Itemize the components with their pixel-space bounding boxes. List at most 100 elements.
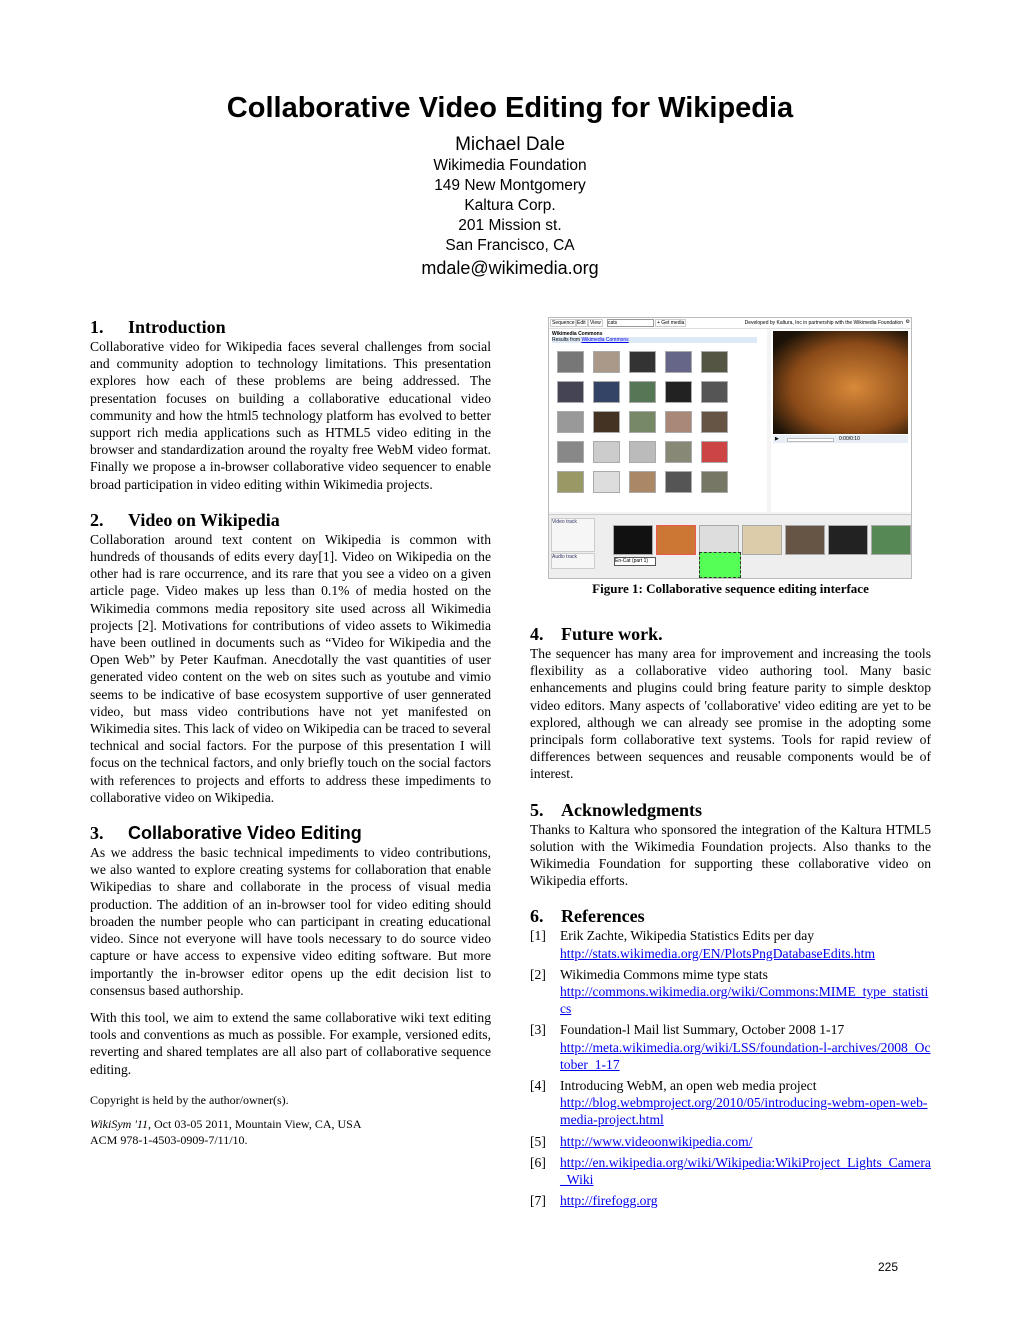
media-thumbnail[interactable] [665,381,692,403]
drop-target[interactable] [699,552,741,578]
reference-link[interactable]: http://www.videoonwikipedia.com/ [560,1134,752,1149]
timeline-panel: Video track Audio track En-Cat (part 1) [549,514,911,578]
audio-clip[interactable]: En-Cat (part 1) [614,557,656,566]
seek-slider[interactable] [787,438,834,442]
media-thumbnail[interactable] [557,351,584,373]
reference-link[interactable]: http://stats.wikimedia.org/EN/PlotsPngDa… [560,946,875,961]
reference-item: [3] Foundation-l Mail list Summary, Octob… [530,1021,931,1073]
section-heading: 4. Future work. [530,624,663,644]
section-heading: 2. Video on Wikipedia [90,509,280,530]
media-thumbnail[interactable] [701,411,728,433]
section-acknowledgments: 5. Acknowledgments Thanks to Kaltura who … [530,799,931,890]
media-thumbnail[interactable] [701,351,728,373]
section-heading: 3. Collaborative Video Editing [90,823,362,844]
acm-id: ACM 978-1-4503-0909-7/11/10. [90,1132,248,1147]
reference-number: [6] [530,1154,546,1170]
video-track-label[interactable]: Video track [551,518,595,552]
affiliation: Kaltura Corp. [464,197,556,214]
menu-edit[interactable]: Edit [575,319,588,327]
media-thumbnail[interactable] [593,411,620,433]
media-thumbnail[interactable] [629,381,656,403]
media-thumbnail[interactable] [593,381,620,403]
reference-link[interactable]: http://commons.wikimedia.org/wiki/Common… [560,984,928,1016]
section-video-on-wikipedia: 2. Video on Wikipedia Collaboration aroun… [90,509,491,806]
media-thumbnail[interactable] [557,441,584,463]
timeline-clip[interactable] [828,525,868,555]
section-heading: 6. References [530,906,645,927]
timeline-clip[interactable] [871,525,911,555]
credit-text: Developed by Kaltura, Inc in partnership… [744,320,903,326]
affiliation: 201 Mission st. [458,217,562,234]
reference-item: [4] Introducing WebM, an open web media p… [530,1077,931,1129]
media-thumbnail[interactable] [593,471,620,493]
left-column: 1. Introduction Collaborative video for W… [90,316,491,1148]
reference-number: [4] [530,1078,546,1094]
media-thumbnail[interactable] [593,441,620,463]
affiliation: 149 New Montgomery [434,177,586,194]
section-collaborative-editing: 3. Collaborative Video Editing As we addr… [90,822,491,1078]
reference-item: [2] Wikimedia Commons mime type stats http… [530,966,931,1018]
gear-icon[interactable]: ⚙ [906,319,910,325]
time-display: 0:00/0:10 [839,436,860,442]
media-thumbnail[interactable] [665,411,692,433]
section-references: 6. References [1] Erik Zachte, Wikipedia S… [530,905,931,1209]
search-input[interactable]: cats [607,319,654,327]
reference-link[interactable]: http://meta.wikimedia.org/wiki/LSS/found… [560,1040,931,1072]
media-thumbnail[interactable] [701,381,728,403]
player-controls[interactable]: ▶ 0:00/0:10 [773,435,908,443]
media-thumbnail[interactable] [629,351,656,373]
paragraph: The sequencer has many area for improvem… [530,646,931,782]
figure-caption: Figure 1: Collaborative sequence editing… [592,581,869,596]
media-thumbnail[interactable] [629,471,656,493]
preview-panel: ▶ 0:00/0:10 [771,329,911,512]
reference-text: Foundation-l Mail list Summary, October … [560,1022,845,1038]
media-thumbnail[interactable] [593,351,620,373]
timeline-clip[interactable] [656,525,696,555]
paper-title: Collaborative Video Editing for Wikipedi… [226,92,794,124]
media-thumbnail[interactable] [665,471,692,493]
paragraph: As we address the basic technical impedi… [90,845,491,998]
reference-link[interactable]: http://blog.webmproject.org/2010/05/intr… [560,1095,927,1127]
media-thumbnail[interactable] [557,411,584,433]
media-thumbnail[interactable] [629,411,656,433]
media-thumbnail[interactable] [665,441,692,463]
reference-number: [5] [530,1133,546,1149]
timeline-clip[interactable] [699,525,739,555]
menu-view[interactable]: View [588,319,603,327]
audio-track-label[interactable]: Audio track [551,553,595,569]
reference-item: [1] Erik Zachte, Wikipedia Statistics Edi… [530,927,931,961]
media-thumbnail[interactable] [701,441,728,463]
results-bar: Results from Wikimedia Commons [552,337,757,343]
affiliation: Wikimedia Foundation [433,157,587,174]
reference-number: [1] [530,928,546,944]
paragraph: Collaboration around text content on Wik… [90,531,491,805]
paragraph: With this tool, we aim to extend the sam… [90,1009,491,1077]
reference-item: [5] http://www.videoonwikipedia.com/ [530,1133,931,1150]
copyright-notice: Copyright is held by the author/owner(s)… [90,1092,289,1107]
author-name: Michael Dale [455,134,565,155]
affiliation: San Francisco, CA [445,237,575,254]
get-media-button[interactable]: + Get media [655,319,687,327]
paper-page: Collaborative Video Editing for Wikipedi… [0,0,1020,1320]
reference-item: [6] http://en.wikipedia.org/wiki/Wikipedi… [530,1154,931,1188]
author-block: Michael Dale Wikimedia Foundation 149 Ne… [0,134,1020,280]
media-thumbnail[interactable] [665,351,692,373]
editor-toolbar: Sequence Edit View cats + Get media Deve… [549,318,911,329]
reference-link[interactable]: http://firefogg.org [560,1193,658,1208]
reference-link[interactable]: http://en.wikipedia.org/wiki/Wikipedia:W… [560,1155,931,1187]
timeline-clip[interactable] [785,525,825,555]
media-thumbnail[interactable] [701,471,728,493]
paragraph: Collaborative video for Wikipedia faces … [90,339,491,492]
reference-number: [3] [530,1022,546,1038]
media-thumbnail[interactable] [557,381,584,403]
menu-sequence[interactable]: Sequence [550,319,577,327]
media-thumbnail[interactable] [557,471,584,493]
reference-number: [2] [530,966,546,982]
media-thumbnail[interactable] [629,441,656,463]
paragraph: Thanks to Kaltura who sponsored the inte… [530,821,931,889]
play-icon[interactable]: ▶ [775,436,779,442]
section-heading: 5. Acknowledgments [530,799,703,820]
timeline-clip[interactable] [613,525,653,555]
venue: WikiSym '11, Oct 03-05 2011, Mountain Vi… [90,1116,362,1131]
timeline-clip[interactable] [742,525,782,555]
